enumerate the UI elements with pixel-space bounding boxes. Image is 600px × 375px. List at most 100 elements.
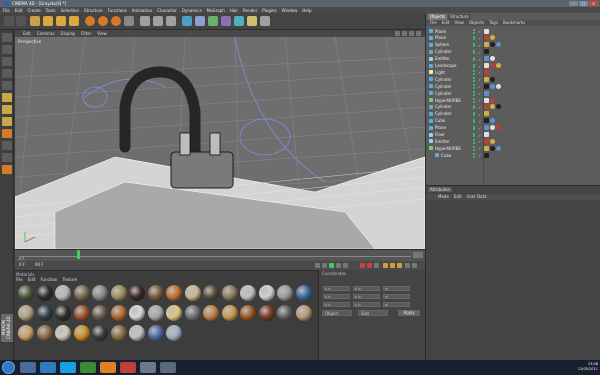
enabled-check-icon[interactable]: ✓ xyxy=(478,57,481,62)
render-region-icon[interactable] xyxy=(153,16,163,26)
editor-visibility-dot[interactable] xyxy=(473,77,475,80)
render-visibility-dot[interactable] xyxy=(473,66,475,68)
phong-tag-icon[interactable] xyxy=(484,118,489,124)
render-settings-icon[interactable] xyxy=(166,16,176,26)
object-row[interactable]: Floor ✓ xyxy=(426,132,600,138)
material-tag-icon[interactable] xyxy=(490,76,495,82)
menu-window[interactable]: Window xyxy=(282,8,298,13)
menu-help[interactable]: Help xyxy=(302,8,311,13)
material-swatch[interactable] xyxy=(129,305,145,321)
redo-icon[interactable] xyxy=(16,16,26,26)
camera-icon[interactable] xyxy=(260,16,270,26)
timeline-end-field[interactable] xyxy=(413,252,423,258)
apply-button[interactable]: Apply xyxy=(398,310,420,316)
attributes-menu-user-data[interactable]: User Data xyxy=(467,194,487,200)
objects-menu-bookmarks[interactable]: Bookmarks xyxy=(503,20,525,26)
frame-start-value[interactable]: 0 F xyxy=(19,262,25,267)
phong-tag-icon[interactable] xyxy=(484,69,489,75)
scale-key-icon[interactable] xyxy=(390,263,395,268)
explorer-taskbar-icon[interactable] xyxy=(20,362,36,373)
enabled-check-icon[interactable]: ✓ xyxy=(478,98,481,103)
rotation-b-field[interactable]: 0° xyxy=(383,302,410,307)
menu-hair[interactable]: Hair xyxy=(230,8,238,13)
coordinate-mode-select[interactable]: Object xyxy=(322,310,352,316)
enabled-check-icon[interactable]: ✓ xyxy=(478,84,481,89)
phong-tag-icon[interactable] xyxy=(484,42,489,48)
object-row[interactable]: Cylinder ✓ xyxy=(426,49,600,55)
enabled-check-icon[interactable]: ✓ xyxy=(478,146,481,151)
rotate-view-icon[interactable] xyxy=(409,31,414,36)
viewport-menu-filter[interactable]: Filter xyxy=(81,31,91,36)
move-icon[interactable] xyxy=(43,16,53,26)
material-swatch[interactable] xyxy=(129,285,145,301)
media-taskbar-icon[interactable] xyxy=(80,362,96,373)
viewport-menu-edit[interactable]: Edit xyxy=(23,31,31,36)
prev-key-icon[interactable] xyxy=(322,263,327,268)
phong-tag-icon[interactable] xyxy=(484,111,489,117)
goto-start-icon[interactable] xyxy=(315,263,320,268)
position-key-icon[interactable] xyxy=(383,263,388,268)
tab-attributes[interactable]: Attributes xyxy=(428,187,452,192)
enabled-check-icon[interactable]: ✓ xyxy=(478,64,481,69)
material-tag-icon[interactable] xyxy=(496,83,501,89)
materials-menu-file[interactable]: File xyxy=(16,277,23,282)
enabled-check-icon[interactable]: ✓ xyxy=(478,153,481,158)
menu-mograph[interactable]: MoGraph xyxy=(207,8,225,13)
material-swatch[interactable] xyxy=(166,285,182,301)
menu-animation[interactable]: Animation xyxy=(132,8,152,13)
materials-menu-texture[interactable]: Texture xyxy=(62,277,77,282)
material-swatch[interactable] xyxy=(92,325,108,341)
polygons-mode-icon[interactable] xyxy=(2,117,12,126)
maximize-button[interactable]: □ xyxy=(579,1,588,6)
material-swatch[interactable] xyxy=(110,305,127,321)
timeline-playhead[interactable] xyxy=(77,250,80,259)
editor-visibility-dot[interactable] xyxy=(473,98,475,100)
lock-workplane-icon[interactable] xyxy=(2,165,12,174)
objects-menu-tags[interactable]: Tags xyxy=(489,20,498,26)
coordinate-system-icon[interactable] xyxy=(124,16,134,26)
menu-tools[interactable]: Tools xyxy=(46,8,56,13)
objects-menu-view[interactable]: View xyxy=(454,20,464,26)
render-visibility-dot[interactable] xyxy=(473,38,475,41)
position-x-field[interactable]: 0 m xyxy=(323,286,350,291)
material-swatch[interactable] xyxy=(92,305,108,321)
material-swatch[interactable] xyxy=(240,285,256,301)
material-tag-icon[interactable] xyxy=(496,104,501,110)
model-mode-icon[interactable] xyxy=(2,45,12,54)
menu-dynamics[interactable]: Dynamics xyxy=(182,8,202,13)
minimize-button[interactable]: – xyxy=(569,1,578,6)
system-clock[interactable]: 13:08 11/05/2011 xyxy=(578,362,598,372)
object-row[interactable]: Cube ✓ xyxy=(426,152,600,158)
attributes-menu-mode[interactable]: Mode xyxy=(438,194,449,200)
render-visibility-dot[interactable] xyxy=(473,128,475,131)
object-row[interactable]: HyperNURBS ✓ xyxy=(426,97,600,103)
coordinate-size-select[interactable]: Size xyxy=(358,310,388,316)
editor-visibility-dot[interactable] xyxy=(473,153,475,156)
size-x-field[interactable]: 0 m xyxy=(353,286,380,291)
viewport-menu-view[interactable]: View xyxy=(97,31,107,36)
material-swatch[interactable] xyxy=(295,305,312,321)
menu-structure[interactable]: Structure xyxy=(84,8,103,13)
size-y-field[interactable]: 0 m xyxy=(353,294,380,299)
enabled-check-icon[interactable]: ✓ xyxy=(478,70,481,75)
phong-tag-icon[interactable] xyxy=(484,132,489,137)
vlc-taskbar-icon[interactable] xyxy=(100,362,116,373)
render-visibility-dot[interactable] xyxy=(473,52,475,55)
objects-menu-objects[interactable]: Objects xyxy=(469,20,484,26)
object-row[interactable]: Cylinder ✓ xyxy=(426,90,600,96)
render-visibility-dot[interactable] xyxy=(473,141,475,144)
object-row[interactable]: Cylinder ✓ xyxy=(426,104,600,110)
phong-tag-icon[interactable] xyxy=(484,152,489,158)
menu-create[interactable]: Create xyxy=(27,8,40,13)
material-swatch[interactable] xyxy=(203,305,219,321)
phong-tag-icon[interactable] xyxy=(484,83,489,89)
material-swatch[interactable] xyxy=(73,325,90,341)
ie-taskbar-icon[interactable] xyxy=(40,362,56,373)
array-icon[interactable] xyxy=(221,16,231,26)
material-swatch[interactable] xyxy=(55,305,71,321)
phong-tag-icon[interactable] xyxy=(484,90,489,96)
app-taskbar-icon[interactable] xyxy=(120,362,136,373)
enabled-check-icon[interactable]: ✓ xyxy=(478,139,481,144)
enabled-check-icon[interactable]: ✓ xyxy=(478,105,481,110)
material-swatch[interactable] xyxy=(18,325,34,341)
